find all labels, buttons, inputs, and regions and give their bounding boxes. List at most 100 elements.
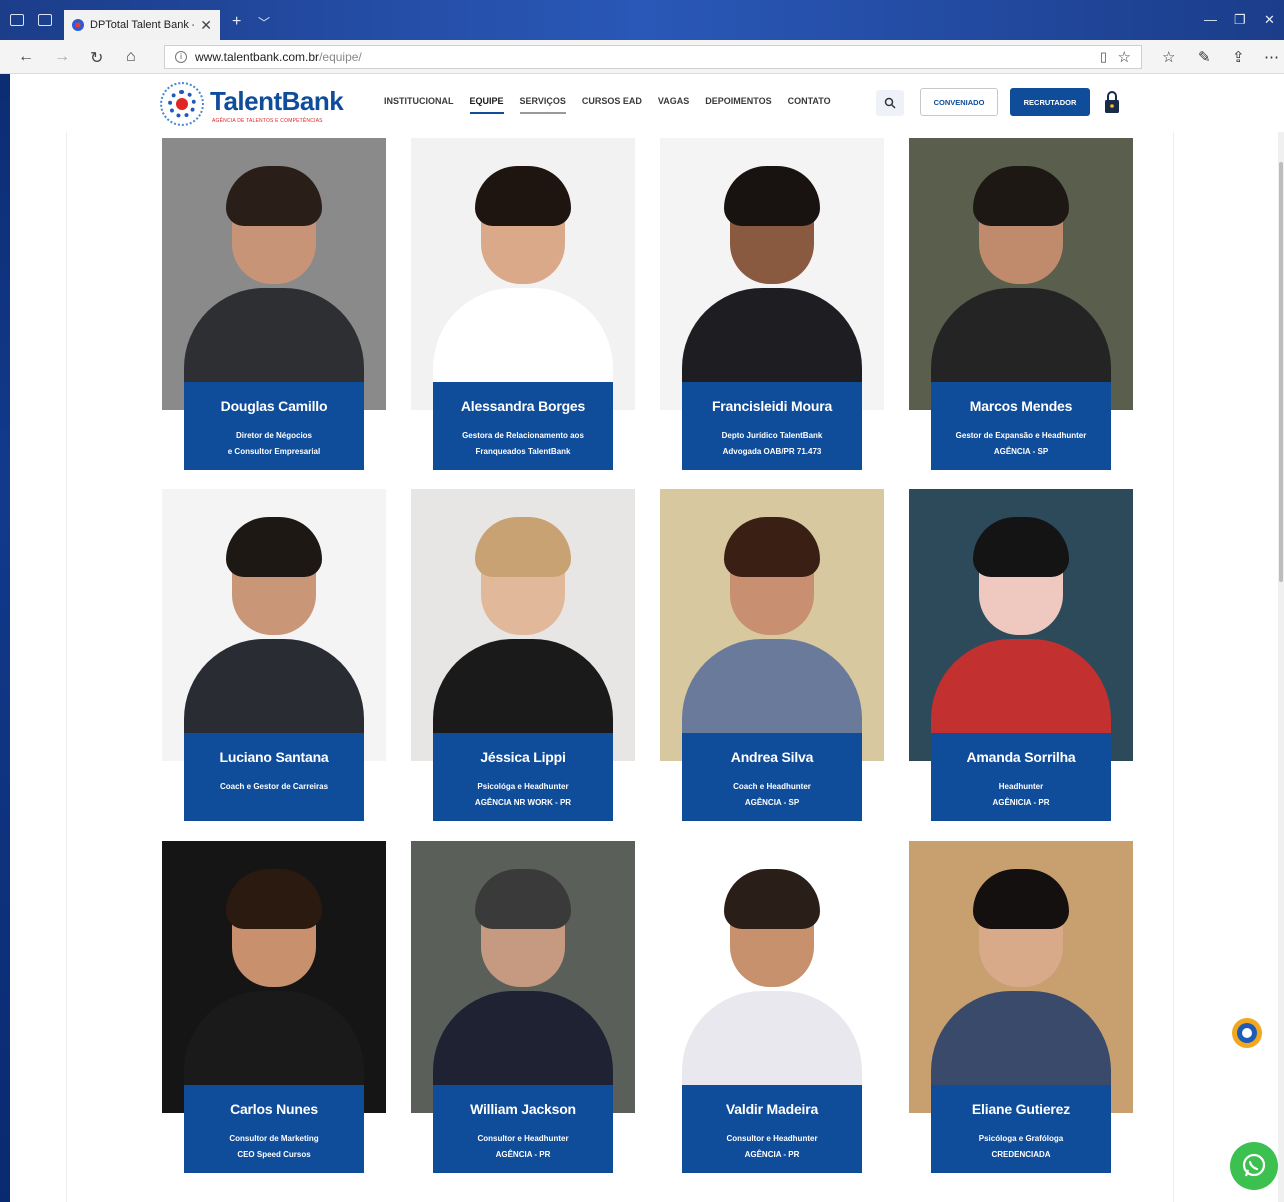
menu-institucional[interactable]: INSTITUCIONAL (384, 96, 454, 114)
more-icon[interactable]: ⋯ (1264, 48, 1279, 66)
member-name: Valdir Madeira (725, 1101, 819, 1117)
favorite-star-icon[interactable]: ☆ (1118, 48, 1131, 66)
member-role: Gestora de Relacionamento aos Franqueados… (433, 428, 613, 460)
member-name-box: Carlos Nunes Consultor de Marketing CEO Sp… (184, 1085, 364, 1173)
team-member-card[interactable]: Valdir Madeira Consultor e Headhunter AGÊN… (660, 841, 884, 1181)
member-name-box: Amanda Sorrilha Headhunter AGÊNICIA - PR (931, 733, 1111, 821)
member-role-line-1: Depto Jurídico TalentBank (721, 431, 823, 440)
recrutador-button[interactable]: RECRUTADOR (1010, 88, 1090, 116)
member-role-line-1: Gestor de Expansão e Headhunter (955, 431, 1087, 440)
member-role-line-1: Consultor e Headhunter (726, 1134, 818, 1143)
member-name: Alessandra Borges (460, 398, 586, 414)
member-role-line-1: Consultor e Headhunter (477, 1134, 569, 1143)
member-role-line-1: Psicológa e Headhunter (477, 782, 569, 791)
talentbank-logo-icon (158, 80, 206, 128)
member-name-box: William Jackson Consultor e Headhunter AGÊ… (433, 1085, 613, 1173)
member-name-box: Jéssica Lippi Psicológa e Headhunter AGÊNC… (433, 733, 613, 821)
member-name-box: Andrea Silva Coach e Headhunter AGÊNCIA - … (682, 733, 862, 821)
member-photo (411, 138, 635, 410)
member-role-line-2: AGÊNCIA - PR (744, 1150, 800, 1159)
favorites-hub-icon[interactable]: ☆ (1162, 48, 1175, 66)
member-role: Consultor de Marketing CEO Speed Cursos (184, 1131, 364, 1163)
member-role-line-1: Coach e Headhunter (733, 782, 811, 791)
help-chat-icon[interactable] (1230, 1016, 1264, 1050)
team-member-card[interactable]: Francisleidi Moura Depto Jurídico TalentB… (660, 138, 884, 478)
browser-tab[interactable]: DPTotal Talent Bank - EC ✕ (64, 10, 220, 40)
member-name-box: Eliane Gutierez Psicóloga e Grafóloga CRED… (931, 1085, 1111, 1173)
tab-actions-icon[interactable] (10, 14, 24, 26)
back-icon[interactable]: ← (18, 48, 34, 66)
minimize-icon[interactable]: — (1204, 12, 1217, 27)
member-role-line-2: AGÊNCIA - SP (993, 447, 1049, 456)
forward-icon[interactable]: → (54, 48, 70, 66)
member-name: Luciano Santana (219, 749, 329, 765)
member-name-box: Alessandra Borges Gestora de Relacionamen… (433, 382, 613, 470)
search-button[interactable] (876, 90, 904, 116)
url-field[interactable]: i www.talentbank.com.br /equipe/ ▯ ☆ (164, 45, 1142, 69)
home-icon[interactable]: ⌂ (126, 48, 136, 66)
conveniado-button[interactable]: CONVENIADO (920, 88, 998, 116)
scrollbar-thumb[interactable] (1279, 162, 1283, 582)
menu-cursos-ead[interactable]: CURSOS EAD (582, 96, 642, 114)
team-member-card[interactable]: Douglas Camillo Diretor de Négocios e Cons… (162, 138, 386, 478)
member-name-box: Marcos Mendes Gestor de Expansão e Headhu… (931, 382, 1111, 470)
member-role: Diretor de Négocios e Consultor Empresari… (184, 428, 364, 460)
refresh-icon[interactable]: ↻ (90, 48, 103, 68)
tab-title: DPTotal Talent Bank - EC (90, 19, 194, 31)
member-role: Headhunter AGÊNICIA - PR (931, 779, 1111, 811)
reading-view-icon[interactable]: ▯ (1100, 49, 1107, 65)
set-aside-tabs-icon[interactable] (38, 14, 52, 26)
member-role: Gestor de Expansão e Headhunter AGÊNCIA -… (931, 428, 1111, 460)
menu-contato[interactable]: CONTATO (788, 96, 831, 114)
new-tab-icon[interactable]: + (232, 13, 241, 31)
member-role-line-1: Coach e Gestor de Carreiras (219, 782, 329, 791)
page-scrollbar[interactable] (1278, 132, 1284, 1202)
whatsapp-button[interactable] (1230, 1142, 1278, 1190)
member-name-box: Luciano Santana Coach e Gestor de Carreir… (184, 733, 364, 821)
team-member-card[interactable]: Eliane Gutierez Psicóloga e Grafóloga CRED… (909, 841, 1133, 1181)
team-member-card[interactable]: Carlos Nunes Consultor de Marketing CEO Sp… (162, 841, 386, 1181)
member-role-line-2: CEO Speed Cursos (237, 1150, 311, 1159)
menu-servicos[interactable]: SERVIÇOS (519, 96, 566, 114)
team-member-card[interactable]: Andrea Silva Coach e Headhunter AGÊNCIA - … (660, 489, 884, 829)
team-member-card[interactable]: Luciano Santana Coach e Gestor de Carreir… (162, 489, 386, 829)
member-photo (411, 489, 635, 761)
whatsapp-icon (1242, 1153, 1266, 1177)
team-member-card[interactable]: Marcos Mendes Gestor de Expansão e Headhu… (909, 138, 1133, 478)
team-member-card[interactable]: Alessandra Borges Gestora de Relacionamen… (411, 138, 635, 478)
web-page: TalentBank AGÊNCIA DE TALENTOS E COMPETÊ… (10, 74, 1284, 1202)
member-photo (660, 841, 884, 1113)
member-role-line-2: AGÊNCIA - PR (495, 1150, 551, 1159)
close-window-icon[interactable]: ✕ (1264, 12, 1275, 28)
share-icon[interactable]: ⇪ (1232, 48, 1245, 66)
member-role-line-1: Gestora de Relacionamento aos (462, 431, 584, 440)
web-note-icon[interactable]: ✎ (1198, 48, 1211, 66)
site-info-icon[interactable]: i (175, 51, 187, 63)
menu-depoimentos[interactable]: DEPOIMENTOS (705, 96, 771, 114)
member-role: Coach e Headhunter AGÊNCIA - SP (682, 779, 862, 811)
member-name: Andrea Silva (730, 749, 814, 765)
team-member-card[interactable]: William Jackson Consultor e Headhunter AGÊ… (411, 841, 635, 1181)
menu-equipe[interactable]: EQUIPE (469, 96, 504, 114)
search-icon (884, 97, 896, 109)
site-logo[interactable]: TalentBank AGÊNCIA DE TALENTOS E COMPETÊ… (158, 78, 344, 128)
member-name-box: Douglas Camillo Diretor de Négocios e Cons… (184, 382, 364, 470)
logo-tagline: AGÊNCIA DE TALENTOS E COMPETÊNCIAS (212, 118, 323, 124)
member-role: Psicóloga e Grafóloga CREDENCIADA (931, 1131, 1111, 1163)
tab-preview-chevron-icon[interactable]: ﹀ (258, 14, 270, 31)
member-photo (909, 489, 1133, 761)
member-role: Coach e Gestor de Carreiras (184, 779, 364, 795)
member-name: William Jackson (470, 1101, 576, 1117)
member-photo (162, 489, 386, 761)
team-member-card[interactable]: Amanda Sorrilha Headhunter AGÊNICIA - PR (909, 489, 1133, 829)
team-member-card[interactable]: Jéssica Lippi Psicológa e Headhunter AGÊNC… (411, 489, 635, 829)
url-host: www.talentbank.com.br (195, 50, 320, 64)
member-role: Depto Jurídico TalentBank Advogada OAB/PR… (682, 428, 862, 460)
restore-icon[interactable]: ❐ (1234, 12, 1246, 28)
lock-icon[interactable] (1104, 90, 1120, 114)
member-role-line-2: e Consultor Empresarial (227, 447, 321, 456)
member-role: Psicológa e Headhunter AGÊNCIA NR WORK - … (433, 779, 613, 811)
close-tab-icon[interactable]: ✕ (200, 17, 212, 34)
menu-vagas[interactable]: VAGAS (658, 96, 689, 114)
member-role-line-1: Psicóloga e Grafóloga (978, 1134, 1064, 1143)
